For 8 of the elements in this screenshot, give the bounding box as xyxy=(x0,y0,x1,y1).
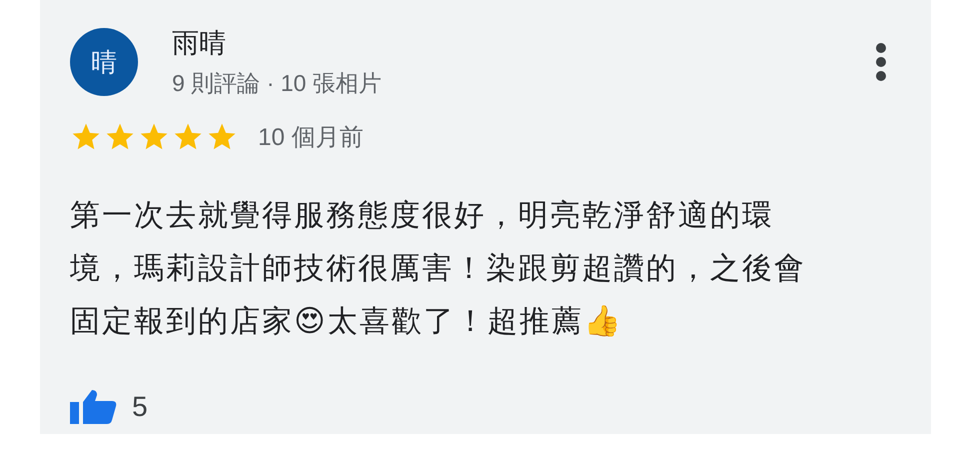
author-stats: 9 則評論 · 10 張相片 xyxy=(172,69,383,97)
review-text: 第一次去就覺得服務態度很好，明亮乾淨舒適的環 境，瑪莉設計師技術很厲害！染跟剪超讚的，之後會 固定報到的店家😍太喜歡了！超推薦👍 xyxy=(70,197,807,341)
more-options-icon[interactable] xyxy=(875,42,887,82)
thumbs-up-icon[interactable] xyxy=(70,390,118,424)
review-time: 10 個月前 xyxy=(258,123,364,153)
like-count: 5 xyxy=(132,391,148,423)
author-name[interactable]: 雨晴 xyxy=(172,27,833,59)
avatar[interactable]: 晴 xyxy=(70,28,138,96)
